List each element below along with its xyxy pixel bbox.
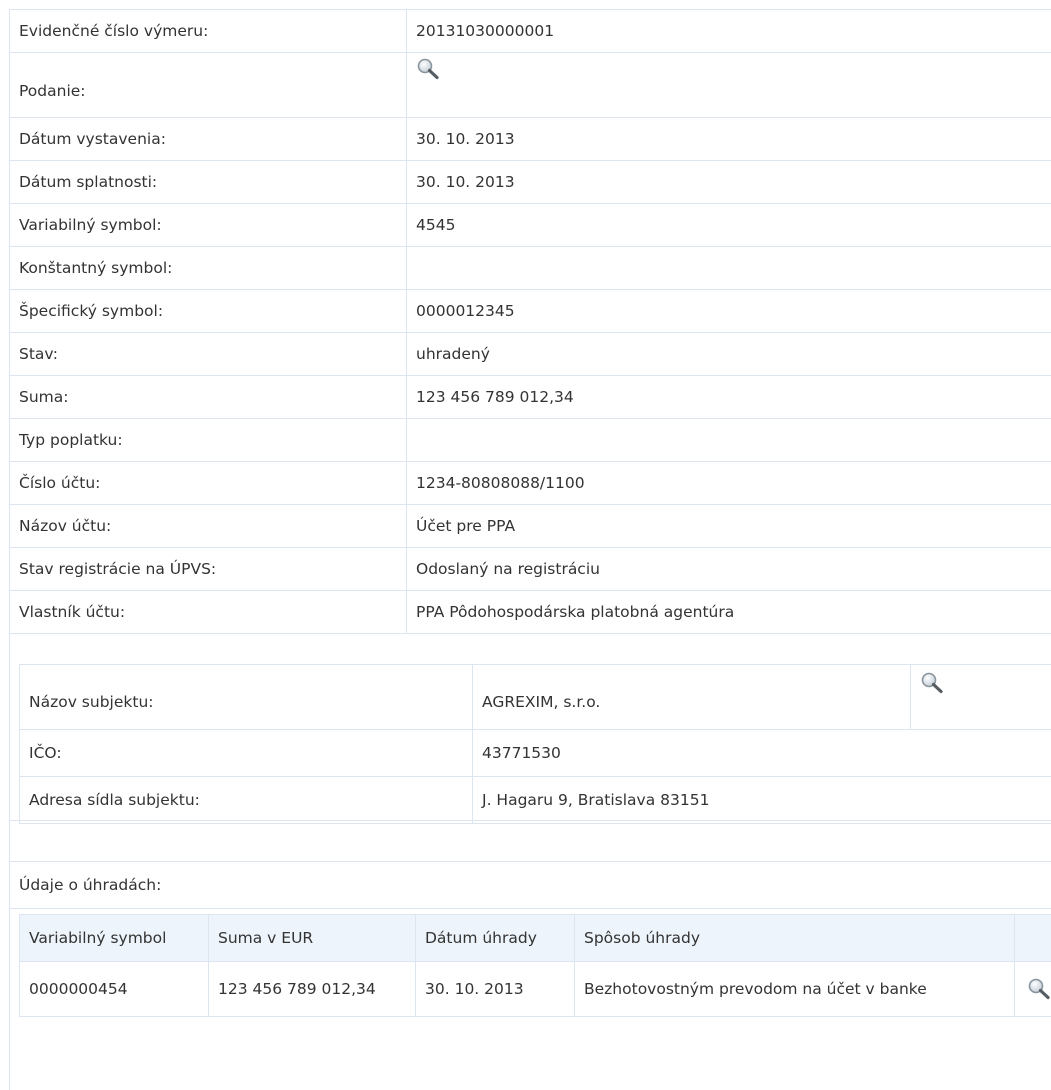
field-value xyxy=(407,419,1051,462)
table-cell: 123 456 789 012,34 xyxy=(209,962,416,1017)
field-label: Číslo účtu: xyxy=(10,462,407,505)
detail-row: Variabilný symbol: 4545 xyxy=(10,204,1051,247)
field-value: 20131030000001 xyxy=(407,10,1051,53)
field-value: 4545 xyxy=(407,204,1051,247)
field-label: Suma: xyxy=(10,376,407,419)
payments-section-title: Údaje o úhradách: xyxy=(10,861,1051,909)
subject-label: IČO: xyxy=(20,730,473,777)
column-header: Suma v EUR xyxy=(209,915,416,962)
field-label: Stav registrácie na ÚPVS: xyxy=(10,548,407,591)
detail-row: Názov účtu: Účet pre PPA xyxy=(10,505,1051,548)
payments-header-row: Variabilný symbol Suma v EUR Dátum úhrad… xyxy=(20,915,1051,962)
field-label: Evidenčné číslo výmeru: xyxy=(10,10,407,53)
subject-row: IČO: 43771530 xyxy=(20,730,1051,777)
table-row: 0000000454 123 456 789 012,34 30. 10. 20… xyxy=(20,962,1051,1017)
field-label: Variabilný symbol: xyxy=(10,204,407,247)
detail-row: Dátum splatnosti: 30. 10. 2013 xyxy=(10,161,1051,204)
detail-row: Evidenčné číslo výmeru: 20131030000001 xyxy=(10,10,1051,53)
column-header: Dátum úhrady xyxy=(416,915,575,962)
table-cell: Bezhotovostným prevodom na účet v banke xyxy=(575,962,1015,1017)
detail-row: Stav: uhradený xyxy=(10,333,1051,376)
table-cell xyxy=(1015,962,1051,1017)
subject-section: Názov subjektu: AGREXIM, s.r.o. IČO: 437… xyxy=(10,658,1051,821)
field-value: 123 456 789 012,34 xyxy=(407,376,1051,419)
field-label: Špecifický symbol: xyxy=(10,290,407,333)
column-header xyxy=(1015,915,1051,962)
field-value: 30. 10. 2013 xyxy=(407,161,1051,204)
field-value: uhradený xyxy=(407,333,1051,376)
field-value: 1234-80808088/1100 xyxy=(407,462,1051,505)
magnifier-icon[interactable] xyxy=(1027,977,1051,1001)
field-value xyxy=(407,53,1051,118)
subject-row: Adresa sídla subjektu: J. Hagaru 9, Brat… xyxy=(20,777,1051,824)
payments-title-text: Údaje o úhradách: xyxy=(19,876,161,894)
subject-detail-cell xyxy=(911,665,1051,730)
detail-row: Číslo účtu: 1234-80808088/1100 xyxy=(10,462,1051,505)
field-label: Názov účtu: xyxy=(10,505,407,548)
field-value xyxy=(407,247,1051,290)
field-label: Vlastník účtu: xyxy=(10,591,407,634)
field-value: Účet pre PPA xyxy=(407,505,1051,548)
subject-row: Názov subjektu: AGREXIM, s.r.o. xyxy=(20,665,1051,730)
column-header: Spôsob úhrady xyxy=(575,915,1015,962)
field-label: Stav: xyxy=(10,333,407,376)
magnifier-icon[interactable] xyxy=(920,671,944,695)
field-value: Odoslaný na registráciu xyxy=(407,548,1051,591)
subject-value: AGREXIM, s.r.o. xyxy=(473,665,911,730)
subject-table: Názov subjektu: AGREXIM, s.r.o. IČO: 437… xyxy=(19,664,1051,824)
subject-label: Názov subjektu: xyxy=(20,665,473,730)
subject-label: Adresa sídla subjektu: xyxy=(20,777,473,824)
field-value: 30. 10. 2013 xyxy=(407,118,1051,161)
subject-value: J. Hagaru 9, Bratislava 83151 xyxy=(473,777,1051,824)
detail-row: Podanie: xyxy=(10,53,1051,118)
detail-row: Špecifický symbol: 0000012345 xyxy=(10,290,1051,333)
detail-row: Stav registrácie na ÚPVS: Odoslaný na re… xyxy=(10,548,1051,591)
column-header: Variabilný symbol xyxy=(20,915,209,962)
detail-row: Typ poplatku: xyxy=(10,419,1051,462)
assessment-detail-table: Evidenčné číslo výmeru: 20131030000001 P… xyxy=(10,10,1051,634)
table-cell: 0000000454 xyxy=(20,962,209,1017)
detail-row: Konštantný symbol: xyxy=(10,247,1051,290)
field-label: Dátum splatnosti: xyxy=(10,161,407,204)
payments-table: Variabilný symbol Suma v EUR Dátum úhrad… xyxy=(19,914,1051,1017)
field-value: 0000012345 xyxy=(407,290,1051,333)
field-label: Podanie: xyxy=(10,53,407,118)
field-label: Dátum vystavenia: xyxy=(10,118,407,161)
subject-value: 43771530 xyxy=(473,730,1051,777)
detail-row: Dátum vystavenia: 30. 10. 2013 xyxy=(10,118,1051,161)
field-label: Konštantný symbol: xyxy=(10,247,407,290)
detail-row: Suma: 123 456 789 012,34 xyxy=(10,376,1051,419)
magnifier-icon[interactable] xyxy=(416,57,440,81)
table-cell: 30. 10. 2013 xyxy=(416,962,575,1017)
field-value: PPA Pôdohospodárska platobná agentúra xyxy=(407,591,1051,634)
detail-row: Vlastník účtu: PPA Pôdohospodárska plato… xyxy=(10,591,1051,634)
field-label: Typ poplatku: xyxy=(10,419,407,462)
